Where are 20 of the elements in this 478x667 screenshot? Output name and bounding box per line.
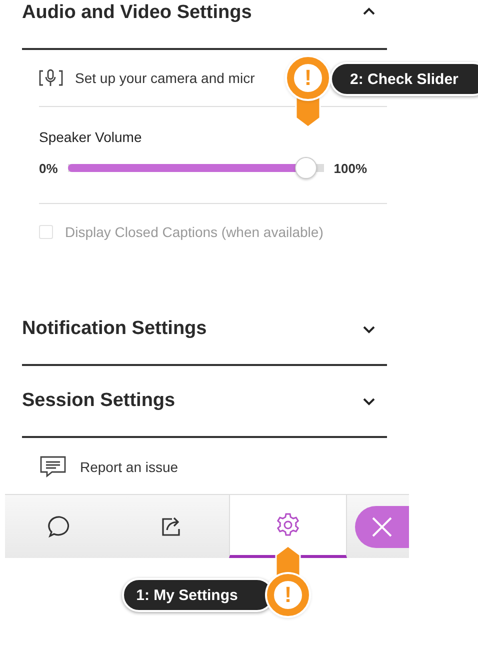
callout-badge: !	[287, 57, 329, 99]
slider-thumb[interactable]	[294, 157, 317, 179]
comment-icon	[40, 456, 66, 478]
report-issue-link[interactable]: Report an issue	[80, 459, 178, 475]
checkbox-label: Display Closed Captions (when available)	[65, 224, 324, 240]
settings-tab[interactable]	[229, 495, 347, 558]
section-title: Session Settings	[22, 389, 176, 413]
callout-label: 2: Check Slider	[330, 62, 478, 96]
chat-icon	[46, 514, 72, 540]
slider-label: Speaker Volume	[39, 129, 142, 145]
close-icon	[371, 516, 393, 538]
callout-badge: !	[267, 574, 309, 616]
section-title: Notification Settings	[22, 317, 207, 341]
section-title: Audio and Video Settings	[22, 1, 252, 25]
close-button[interactable]	[355, 506, 409, 548]
camera-setup-link[interactable]: Set up your camera and micr	[75, 70, 255, 86]
camera-microphone-icon	[39, 69, 63, 87]
slider-max-label: 100%	[334, 160, 368, 176]
slider-min-label: 0%	[39, 160, 58, 176]
settings-icon	[275, 512, 301, 538]
